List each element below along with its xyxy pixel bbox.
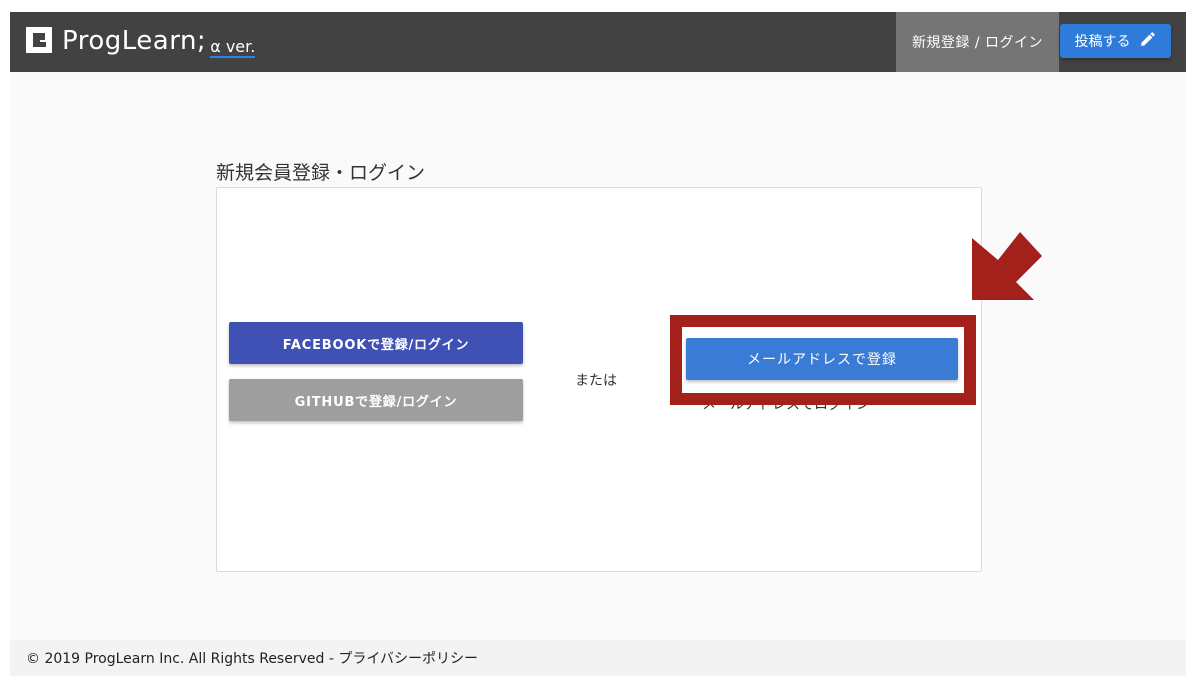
page-title: 新規会員登録・ログイン xyxy=(216,162,426,184)
annotation-highlight-box xyxy=(670,315,976,405)
top-header: ProgLearn; α ver. 新規登録 / ログイン 投稿する xyxy=(10,12,1186,72)
logo-text: ProgLearn; xyxy=(62,26,207,56)
footer: © 2019 ProgLearn Inc. All Rights Reserve… xyxy=(10,640,1186,676)
or-separator: または xyxy=(575,373,617,389)
logo-version: α ver. xyxy=(210,37,256,58)
page-frame: ProgLearn; α ver. 新規登録 / ログイン 投稿する 新規会員登… xyxy=(10,12,1186,676)
github-login-button[interactable]: GITHUBで登録/ログイン xyxy=(229,379,523,421)
post-button-label: 投稿する xyxy=(1074,34,1131,50)
footer-copyright[interactable]: © 2019 ProgLearn Inc. All Rights Reserve… xyxy=(26,648,478,668)
logo[interactable]: ProgLearn; α ver. xyxy=(26,21,256,61)
pencil-icon xyxy=(1139,30,1157,52)
arrow-down-left-icon xyxy=(968,230,1044,310)
post-button[interactable]: 投稿する xyxy=(1060,24,1171,58)
facebook-login-button[interactable]: FACEBOOKで登録/ログイン xyxy=(229,322,523,364)
logo-icon xyxy=(26,27,52,53)
signup-login-link[interactable]: 新規登録 / ログイン xyxy=(896,12,1059,72)
